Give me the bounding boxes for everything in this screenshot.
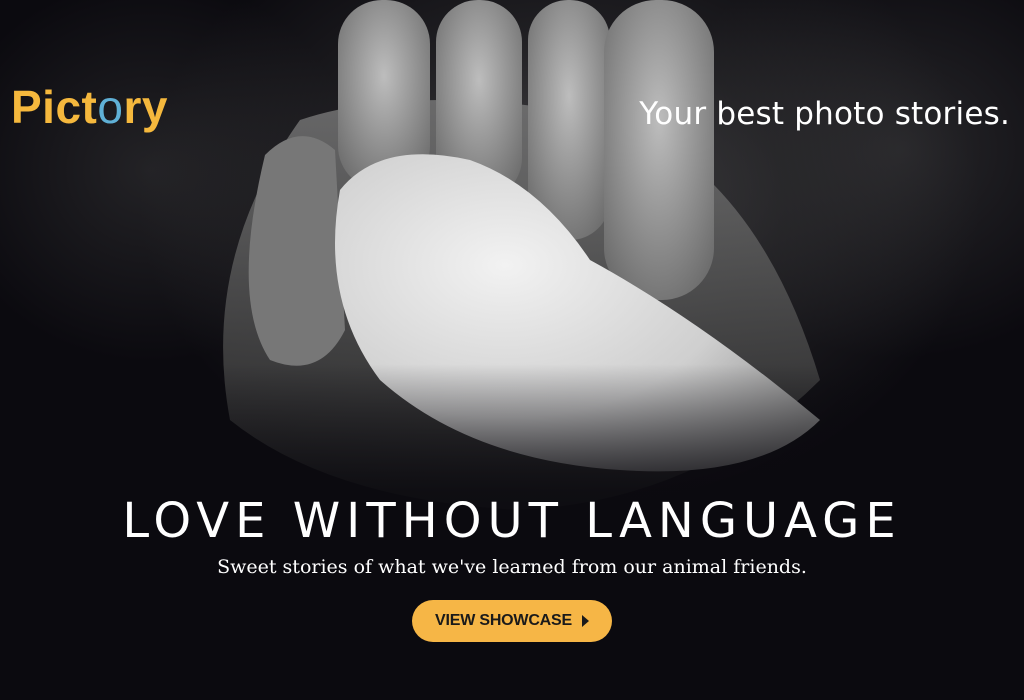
hero-section: Pictory Your best photo stories. LOVE WI… bbox=[0, 0, 1024, 700]
pictory-logo[interactable]: Pictory bbox=[11, 84, 168, 130]
logo-text-o: o bbox=[97, 81, 124, 133]
logo-text-start: Pict bbox=[11, 81, 98, 133]
hero-headline: LOVE WITHOUT LANGUAGE bbox=[122, 493, 902, 549]
triangle-right-icon bbox=[581, 615, 589, 627]
hero-subhead: Sweet stories of what we've learned from… bbox=[217, 556, 807, 578]
view-showcase-label: VIEW SHOWCASE bbox=[435, 612, 572, 629]
view-showcase-button[interactable]: VIEW SHOWCASE bbox=[412, 600, 612, 642]
site-tagline: Your best photo stories. bbox=[639, 96, 1010, 132]
logo-text-end: ry bbox=[123, 81, 168, 133]
